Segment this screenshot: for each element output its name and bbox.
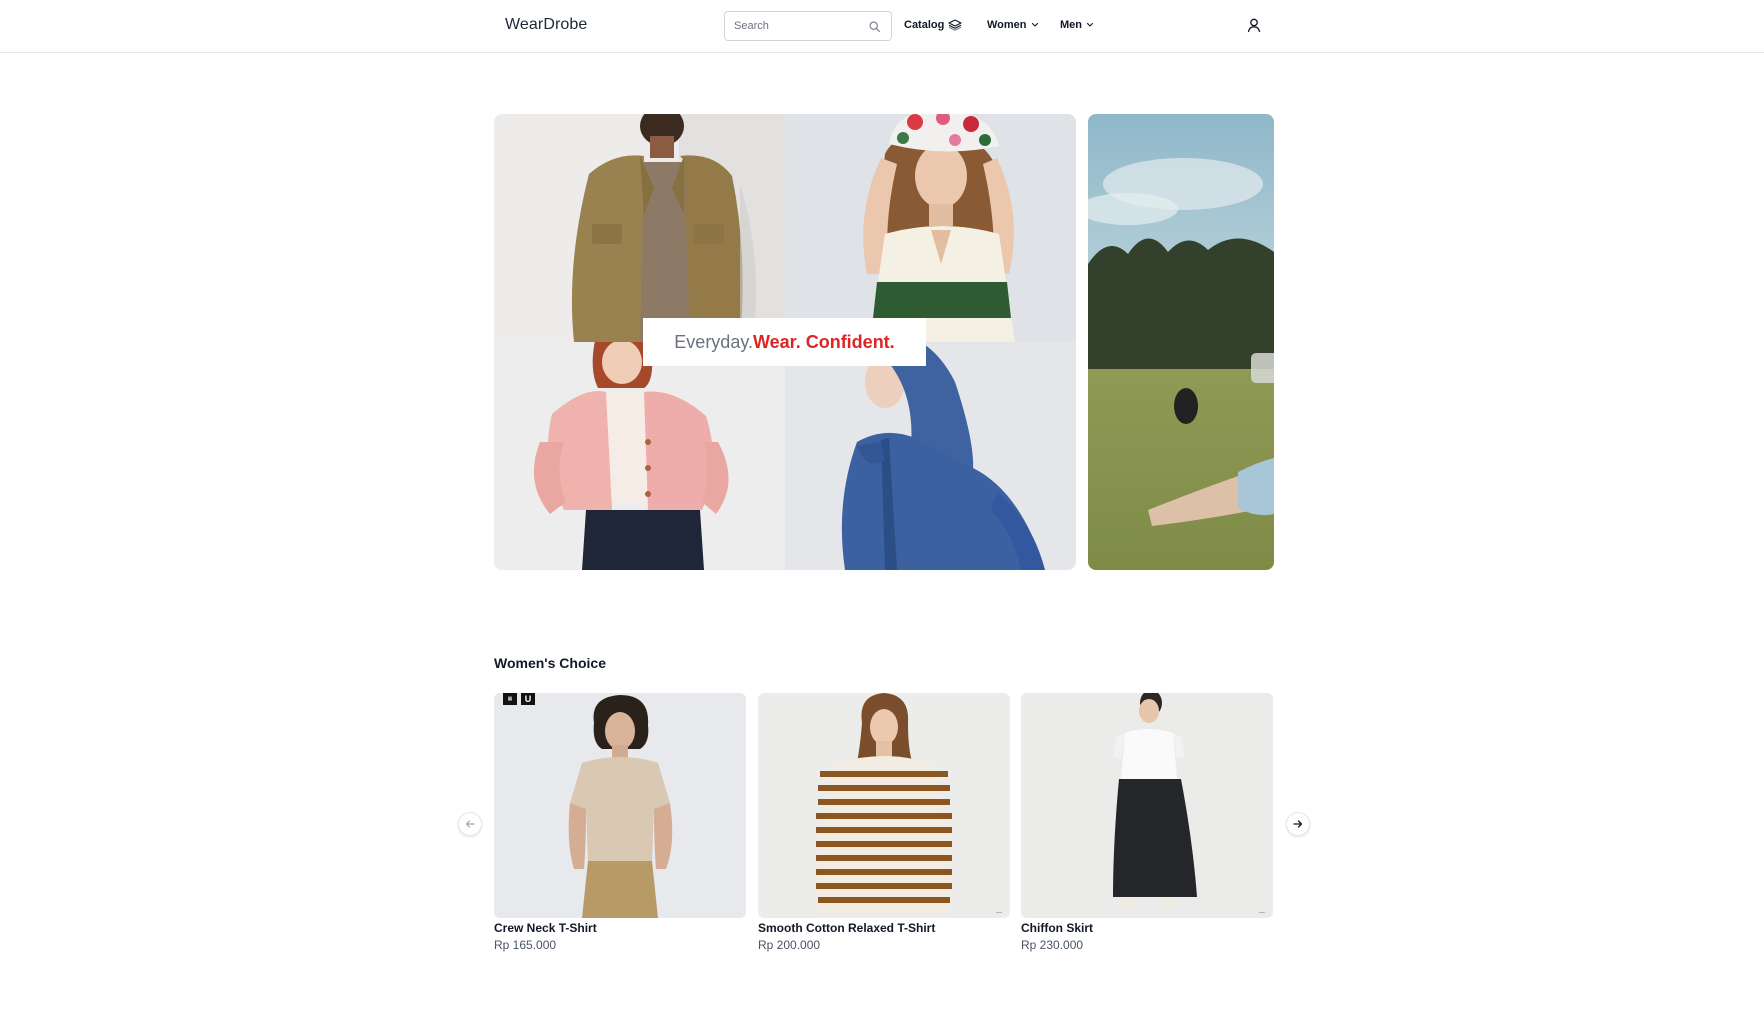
search-input[interactable]	[734, 18, 864, 34]
search-icon[interactable]	[868, 20, 881, 33]
product-price: Rp 200.000	[758, 938, 821, 952]
hero-tagline: Everyday. Wear. Confident.	[643, 318, 926, 366]
chevron-down-icon	[1031, 22, 1038, 27]
brand-u-icon: U	[521, 693, 535, 705]
model-height-tag: —	[996, 910, 1002, 916]
product-price: Rp 230.000	[1021, 938, 1084, 952]
model-height-tag: —	[1259, 910, 1265, 916]
product-image[interactable]: ▦ U	[494, 693, 746, 918]
product-image[interactable]: —	[758, 693, 1010, 918]
nav-women[interactable]: Women	[987, 19, 1039, 31]
product-card[interactable]: — Smooth Cotton Relaxed T-Shirt Rp 200.0…	[758, 693, 1010, 954]
blue-hooded-parka-photo	[785, 342, 1076, 570]
brand-badge-icon: ▦	[503, 693, 517, 705]
product-name[interactable]: Chiffon Skirt	[1021, 920, 1273, 936]
product-name[interactable]: Smooth Cotton Relaxed T-Shirt	[758, 920, 1010, 936]
arrow-left-icon	[465, 820, 475, 828]
nav-catalog[interactable]: Catalog	[904, 19, 962, 31]
hero-tagline-bold: Wear. Confident.	[753, 331, 895, 352]
product-price: Rp 165.000	[494, 938, 557, 952]
product-badges: ▦ U	[503, 693, 535, 705]
product-name[interactable]: Crew Neck T-Shirt	[494, 920, 746, 936]
hero-banner[interactable]: Everyday. Wear. Confident.	[494, 114, 1076, 570]
section-title: Women's Choice	[494, 655, 606, 671]
user-icon[interactable]	[1246, 17, 1262, 33]
nav-men[interactable]: Men	[1060, 19, 1094, 31]
layers-icon	[948, 19, 962, 31]
search-box[interactable]	[724, 11, 892, 41]
arrow-right-icon	[1293, 820, 1303, 828]
site-header: WearDrobe Catalog Women Men	[0, 0, 1764, 53]
product-card[interactable]: — Chiffon Skirt Rp 230.000	[1021, 693, 1273, 954]
carousel-next-button[interactable]	[1286, 812, 1310, 836]
site-logo[interactable]: WearDrobe	[505, 16, 587, 34]
carousel-prev-button[interactable]	[458, 812, 482, 836]
nav-catalog-label: Catalog	[904, 19, 945, 31]
pink-cardigan-photo	[494, 342, 785, 570]
nav-men-label: Men	[1060, 19, 1082, 31]
hero-tagline-light: Everyday.	[674, 331, 753, 352]
chevron-down-icon	[1086, 22, 1094, 27]
olive-shirt-jacket-photo	[494, 114, 785, 342]
carousel-next-handle[interactable]	[1251, 353, 1274, 383]
product-image[interactable]: —	[1021, 693, 1273, 918]
product-card[interactable]: ▦ U Crew Neck T-Shirt Rp 165.000	[494, 693, 746, 954]
meadow-slide-photo[interactable]	[1088, 114, 1274, 570]
nav-women-label: Women	[987, 19, 1027, 31]
bucket-hat-striped-top-photo	[785, 114, 1076, 342]
